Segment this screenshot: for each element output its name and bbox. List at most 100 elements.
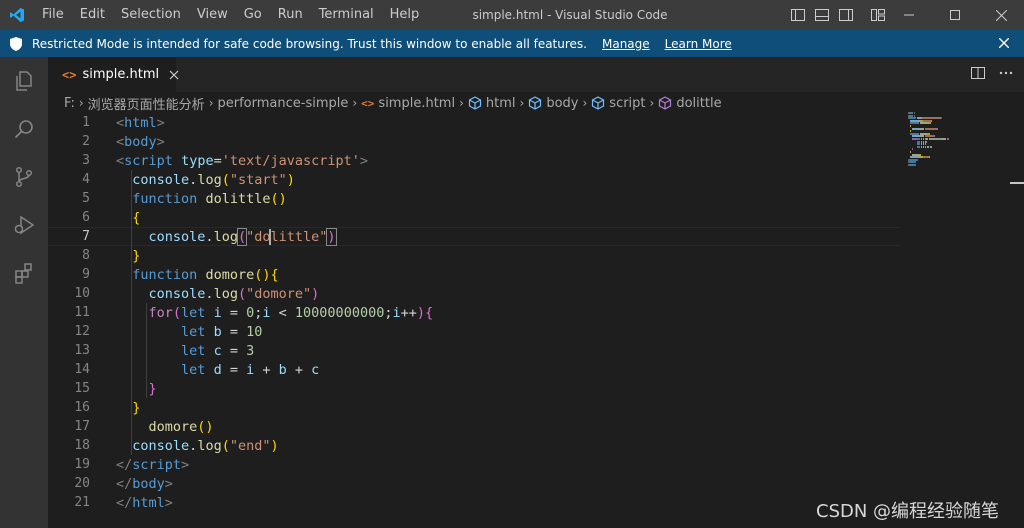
line-number: 9 (82, 267, 90, 282)
breadcrumb-item[interactable]: F: (64, 96, 75, 111)
code-line[interactable]: 12 let b = 10 (48, 322, 900, 341)
breadcrumb-item[interactable]: › body (516, 96, 579, 111)
breadcrumb-label: performance-simple (217, 95, 349, 111)
minimap[interactable] (908, 112, 1008, 172)
minimize-icon[interactable] (886, 0, 932, 30)
code-line[interactable]: 10 console.log("domore") (48, 284, 900, 303)
close-banner-icon[interactable] (996, 35, 1012, 51)
code-text: for(let i = 0;i < 10000000000;i++){ (116, 304, 434, 321)
code-text: let c = 3 (116, 343, 254, 359)
code-editor[interactable]: 1 <html> 2 <body> 3 <script type='text/javasc… (48, 112, 1008, 528)
code-line[interactable]: 21 </html> (48, 493, 900, 512)
extensions-icon[interactable] (0, 249, 48, 297)
manage-link[interactable]: Manage (602, 37, 650, 51)
code-line[interactable]: 9 function domore(){ (48, 265, 900, 284)
menu-edit[interactable]: Edit (72, 0, 113, 30)
toggle-secondary-sidebar-icon[interactable] (836, 5, 856, 25)
minimap-token (912, 127, 921, 130)
code-token: 'text/javascript' (221, 152, 360, 169)
code-line[interactable]: 20 </body> (48, 474, 900, 493)
breadcrumb-item[interactable]: › html (455, 96, 515, 111)
menu-view[interactable]: View (189, 0, 236, 30)
layout-controls (788, 0, 888, 30)
code-line[interactable]: 13 let c = 3 (48, 341, 900, 360)
code-token: little" (270, 228, 328, 245)
code-line[interactable]: 19 </script> (48, 455, 900, 474)
code-token: ) (311, 285, 320, 302)
code-line[interactable]: 7 console.log("dolittle") (48, 227, 900, 246)
code-token: "end" (229, 437, 271, 454)
code-text: </body> (116, 476, 173, 492)
code-line[interactable]: 4 console.log("start") (48, 170, 900, 189)
code-line[interactable]: 15 } (48, 379, 900, 398)
code-token: ) (416, 304, 426, 321)
code-line[interactable]: 17 domore() (48, 417, 900, 436)
code-token: 3 (246, 342, 255, 359)
source-control-icon[interactable] (0, 153, 48, 201)
code-token: domore (148, 418, 198, 435)
code-line[interactable]: 16 } (48, 398, 900, 417)
code-token: c (213, 342, 222, 359)
code-token: > (359, 152, 369, 169)
customize-layout-icon[interactable] (868, 5, 888, 25)
code-text: } (116, 248, 140, 264)
explorer-icon[interactable] (0, 57, 48, 105)
code-token: b (278, 361, 287, 378)
close-tab-icon[interactable] (169, 67, 179, 83)
tab-simple-html[interactable]: <> simple.html (48, 57, 179, 92)
search-icon[interactable] (0, 105, 48, 153)
code-token: . (205, 228, 214, 245)
code-line[interactable]: 8 } (48, 246, 900, 265)
line-number: 17 (74, 419, 90, 434)
breadcrumb-item[interactable]: › dolittle (646, 96, 722, 111)
code-token: } (148, 380, 157, 397)
chevron-right-icon: › (582, 96, 588, 110)
shield-icon (0, 36, 32, 52)
code-token: > (156, 114, 165, 131)
close-window-icon[interactable] (978, 0, 1024, 30)
code-line[interactable]: 6 { (48, 208, 900, 227)
split-editor-icon[interactable] (970, 65, 986, 85)
minimap-token (910, 122, 919, 125)
title-bar: File Edit Selection View Go Run Terminal Help s… (0, 0, 1024, 30)
code-token: console (132, 437, 190, 454)
code-token: "start" (229, 171, 287, 188)
minimap-token (910, 151, 912, 153)
menu-run[interactable]: Run (270, 0, 311, 30)
menu-terminal[interactable]: Terminal (311, 0, 382, 30)
code-line[interactable]: 18 console.log("end") (48, 436, 900, 455)
breadcrumb-item[interactable]: › performance-simple (205, 96, 349, 111)
breadcrumb-item[interactable]: › script (578, 96, 645, 111)
window-controls (886, 0, 1024, 30)
code-line[interactable]: 14 let d = i + b + c (48, 360, 900, 379)
toggle-primary-sidebar-icon[interactable] (788, 5, 808, 25)
menu-file[interactable]: File (34, 0, 72, 30)
code-line[interactable]: 5 function dolittle() (48, 189, 900, 208)
code-line[interactable]: 1 <html> (48, 113, 900, 132)
code-token: i (213, 304, 222, 321)
maximize-icon[interactable] (932, 0, 978, 30)
code-token: d (213, 361, 222, 378)
code-line[interactable]: 2 <body> (48, 132, 900, 151)
function-icon (658, 96, 672, 110)
code-line[interactable]: 11 for(let i = 0;i < 10000000000;i++){ (48, 303, 900, 322)
code-token: () (270, 190, 287, 207)
code-token: html (132, 494, 165, 511)
run-debug-icon[interactable] (0, 201, 48, 249)
code-text: console.log("domore") (116, 285, 320, 302)
menu-go[interactable]: Go (236, 0, 270, 30)
breadcrumb-item[interactable]: › 浏览器页面性能分析 (75, 94, 205, 113)
minimap-token (936, 127, 938, 130)
toggle-panel-icon[interactable] (812, 5, 832, 25)
breadcrumb-item[interactable]: › <> simple.html (348, 96, 455, 111)
code-line[interactable]: 3 <script type='text/javascript'> (48, 151, 900, 170)
more-actions-icon[interactable] (998, 65, 1014, 85)
vertical-scrollbar[interactable] (1010, 112, 1024, 528)
learn-more-link[interactable]: Learn More (665, 37, 732, 51)
line-number: 3 (82, 153, 90, 168)
menu-selection[interactable]: Selection (113, 0, 189, 30)
